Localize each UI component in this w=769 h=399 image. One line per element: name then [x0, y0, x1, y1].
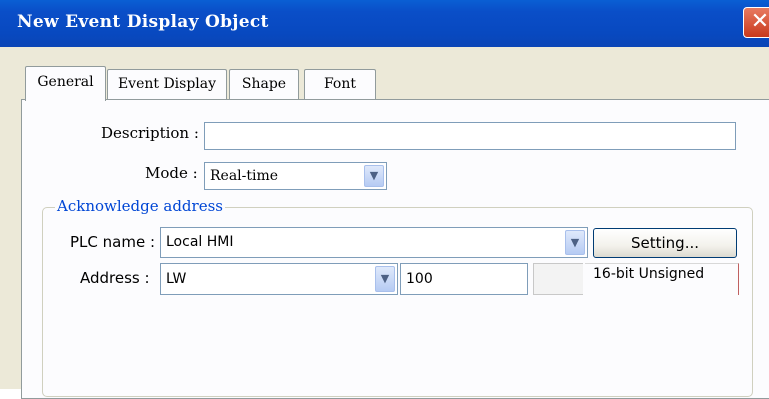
mode-label: Mode : [145, 164, 198, 182]
address-value-input[interactable]: 100 [400, 263, 528, 295]
window-title: New Event Display Object [17, 12, 269, 32]
tab-shape[interactable]: Shape [229, 69, 299, 99]
close-button[interactable]: ✕ [743, 7, 769, 38]
tab-event-display[interactable]: Event Display [107, 69, 227, 99]
address-aux-field [533, 263, 583, 295]
plc-name-select[interactable]: Local HMI ▼ [160, 227, 588, 258]
mode-select[interactable]: Real-time ▼ [204, 162, 387, 190]
dialog-window: New Event Display Object ✕ General Event… [0, 0, 769, 399]
plc-name-value: Local HMI [166, 234, 234, 250]
plc-name-label: PLC name : [70, 233, 156, 251]
data-format-display: 16-bit Unsigned [585, 263, 739, 295]
tab-label: Font [323, 76, 357, 92]
address-type-select[interactable]: LW ▼ [160, 263, 398, 295]
title-bar[interactable]: New Event Display Object ✕ [0, 0, 769, 47]
chevron-down-icon[interactable]: ▼ [375, 266, 395, 292]
acknowledge-address-title: Acknowledge address [55, 197, 225, 215]
description-input[interactable] [204, 122, 736, 150]
tab-general[interactable]: General [25, 66, 106, 101]
chevron-down-icon[interactable]: ▼ [565, 230, 585, 255]
description-label: Description : [101, 124, 199, 142]
tab-label: Event Display [117, 76, 217, 92]
address-type-value: LW [166, 271, 187, 287]
chevron-down-icon[interactable]: ▼ [364, 165, 384, 187]
close-icon: ✕ [750, 9, 769, 34]
tab-font[interactable]: Font [304, 69, 376, 99]
tab-label: Shape [241, 76, 287, 92]
mode-select-value: Real-time [210, 168, 279, 184]
address-label: Address : [80, 269, 150, 287]
tab-label: General [37, 74, 94, 90]
setting-button[interactable]: Setting... [593, 228, 737, 258]
